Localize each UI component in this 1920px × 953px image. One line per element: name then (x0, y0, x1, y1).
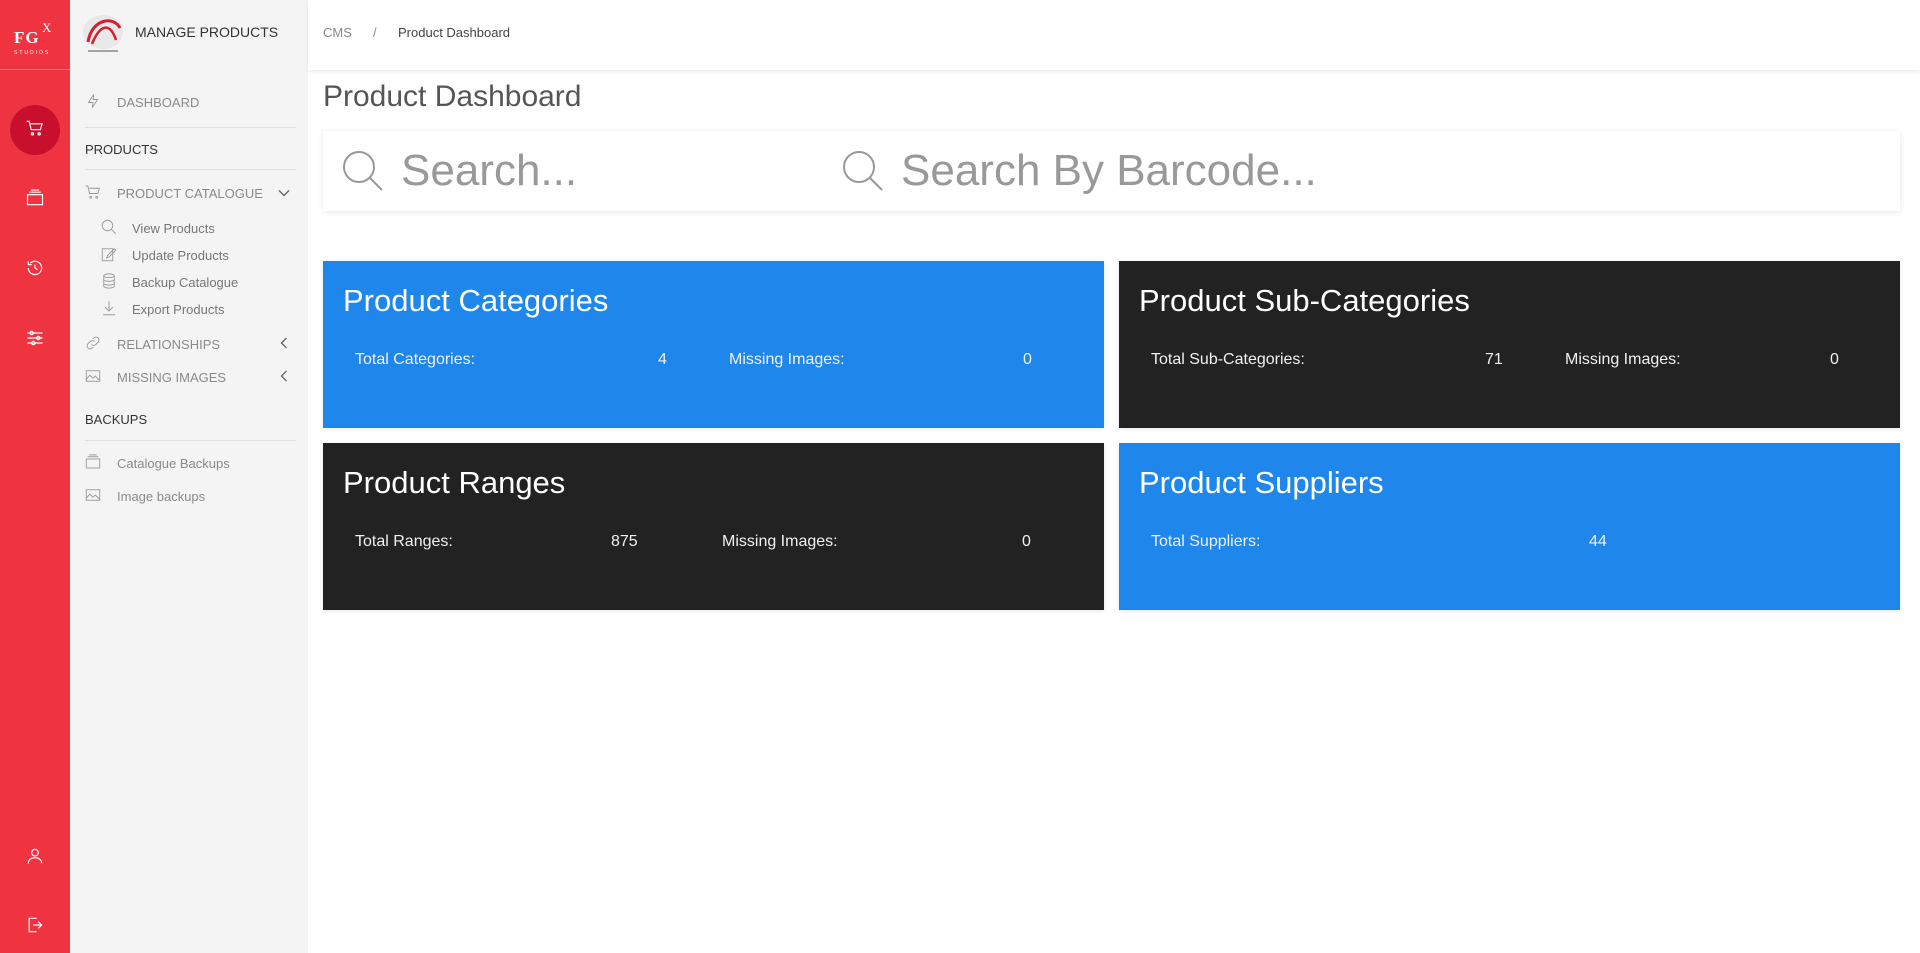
search-input[interactable] (401, 143, 821, 199)
chevron-down-icon[interactable] (277, 186, 291, 200)
sidebar-item-label: View Products (132, 221, 215, 236)
breadcrumb-separator: / (373, 25, 377, 40)
card-title: Product Sub-Categories (1139, 283, 1470, 318)
top-bar: CMS / Product Dashboard (308, 0, 1920, 70)
sidebar-item-product-catalogue[interactable]: PRODUCT CATALOGUE (84, 183, 263, 204)
sidebar-item-backup-catalogue[interactable]: Backup Catalogue (100, 272, 238, 293)
sidebar-item-image-backups[interactable]: Image backups (84, 486, 205, 507)
rail-backups-button[interactable] (10, 175, 60, 225)
sidebar-item-view-products[interactable]: View Products (100, 218, 215, 239)
logo-main-text: FG (14, 28, 40, 47)
brand-title: MANAGE PRODUCTS (135, 24, 279, 40)
page-title: Product Dashboard (323, 80, 582, 113)
archive-icon (84, 453, 117, 474)
section-heading-backups: BACKUPS (85, 412, 148, 427)
sidebar-item-update-products[interactable]: Update Products (100, 245, 229, 266)
fgx-studios-logo[interactable]: FG X STUDIOS (0, 0, 70, 70)
section-heading-products: PRODUCTS (85, 142, 158, 157)
divider (85, 169, 296, 170)
rail-history-button[interactable] (10, 245, 60, 295)
chevron-left-icon[interactable] (277, 369, 291, 383)
search-icon (841, 149, 885, 193)
sidebar-item-label: Export Products (132, 302, 225, 317)
breadcrumb-cms-link[interactable]: CMS (323, 25, 352, 40)
sidebar-item-relationships[interactable]: RELATIONSHIPS (84, 334, 220, 355)
card-title: Product Suppliers (1139, 465, 1384, 500)
sidebar-item-label: Image backups (117, 489, 206, 504)
rail-profile-button[interactable] (10, 833, 60, 883)
stat-label: Total Sub-Categories: (1151, 351, 1305, 368)
logo-sup-text: X (42, 20, 52, 35)
sidebar-item-label: Backup Catalogue (132, 275, 239, 290)
user-icon (25, 846, 45, 871)
icon-rail: FG X STUDIOS (0, 0, 70, 953)
product-suppliers-card[interactable]: Product Suppliers Total Suppliers: 44 (1119, 443, 1900, 610)
stat-value: 0 (1022, 533, 1031, 550)
sidebar-item-missing-images[interactable]: MISSING IMAGES (84, 367, 226, 388)
card-title: Product Categories (343, 283, 609, 318)
stat-label: Total Ranges: (355, 533, 453, 550)
chevron-left-icon[interactable] (277, 336, 291, 350)
edit-icon (100, 245, 132, 266)
stat-value: 44 (1589, 533, 1607, 550)
sidebar-item-label: Update Products (132, 248, 229, 263)
product-sub-categories-card[interactable]: Product Sub-Categories Total Sub-Categor… (1119, 261, 1900, 428)
sidebar-item-catalogue-backups[interactable]: Catalogue Backups (84, 453, 230, 474)
sidebar: MANAGE PRODUCTS DASHBOARD PRODUCTS PRODU… (70, 0, 308, 953)
cart-icon (84, 183, 117, 204)
stat-value: 875 (611, 533, 638, 550)
stat-value: 71 (1485, 351, 1503, 368)
stat-value: 4 (658, 351, 667, 368)
brand-header: MANAGE PRODUCTS (70, 0, 308, 70)
stat-label: Missing Images: (1565, 351, 1681, 368)
stat-label: Total Suppliers: (1151, 533, 1261, 550)
search-icon (341, 149, 385, 193)
rail-settings-button[interactable] (10, 315, 60, 365)
divider (85, 127, 296, 128)
image-icon (84, 486, 117, 507)
rail-logout-button[interactable] (10, 902, 60, 952)
sidebar-item-dashboard[interactable]: DASHBOARD (84, 92, 199, 113)
logo-sub-text: STUDIOS (14, 50, 51, 56)
database-icon (100, 272, 132, 293)
barcode-search-input[interactable] (901, 143, 1861, 199)
stat-label: Missing Images: (729, 351, 845, 368)
product-ranges-card[interactable]: Product Ranges Total Ranges: 875 Missing… (323, 443, 1104, 610)
sidebar-item-export-products[interactable]: Export Products (100, 299, 225, 320)
product-categories-card[interactable]: Product Categories Total Categories: 4 M… (323, 261, 1104, 428)
stat-value: 0 (1023, 351, 1032, 368)
breadcrumb-current: Product Dashboard (398, 25, 511, 40)
download-icon (100, 299, 132, 320)
sliders-icon (25, 328, 45, 353)
sidebar-item-label: PRODUCT CATALOGUE (117, 186, 263, 201)
stat-value: 0 (1830, 351, 1839, 368)
search-bar (323, 131, 1900, 211)
history-icon (25, 258, 45, 283)
pra-logo[interactable] (80, 14, 126, 56)
sidebar-item-label: Catalogue Backups (117, 456, 230, 471)
sidebar-item-label: DASHBOARD (117, 95, 200, 110)
stat-label: Total Categories: (355, 351, 476, 368)
stat-label: Missing Images: (722, 533, 838, 550)
logout-icon (25, 915, 45, 940)
search-icon (100, 218, 132, 239)
link-icon (84, 334, 117, 355)
lightning-icon (84, 92, 117, 113)
cart-icon (25, 118, 45, 143)
sidebar-item-label: MISSING IMAGES (117, 370, 227, 385)
rail-products-button[interactable] (10, 105, 60, 155)
sidebar-item-label: RELATIONSHIPS (117, 337, 221, 352)
card-title: Product Ranges (343, 465, 566, 500)
archive-icon (25, 188, 45, 213)
image-icon (84, 367, 117, 388)
divider (85, 440, 296, 441)
